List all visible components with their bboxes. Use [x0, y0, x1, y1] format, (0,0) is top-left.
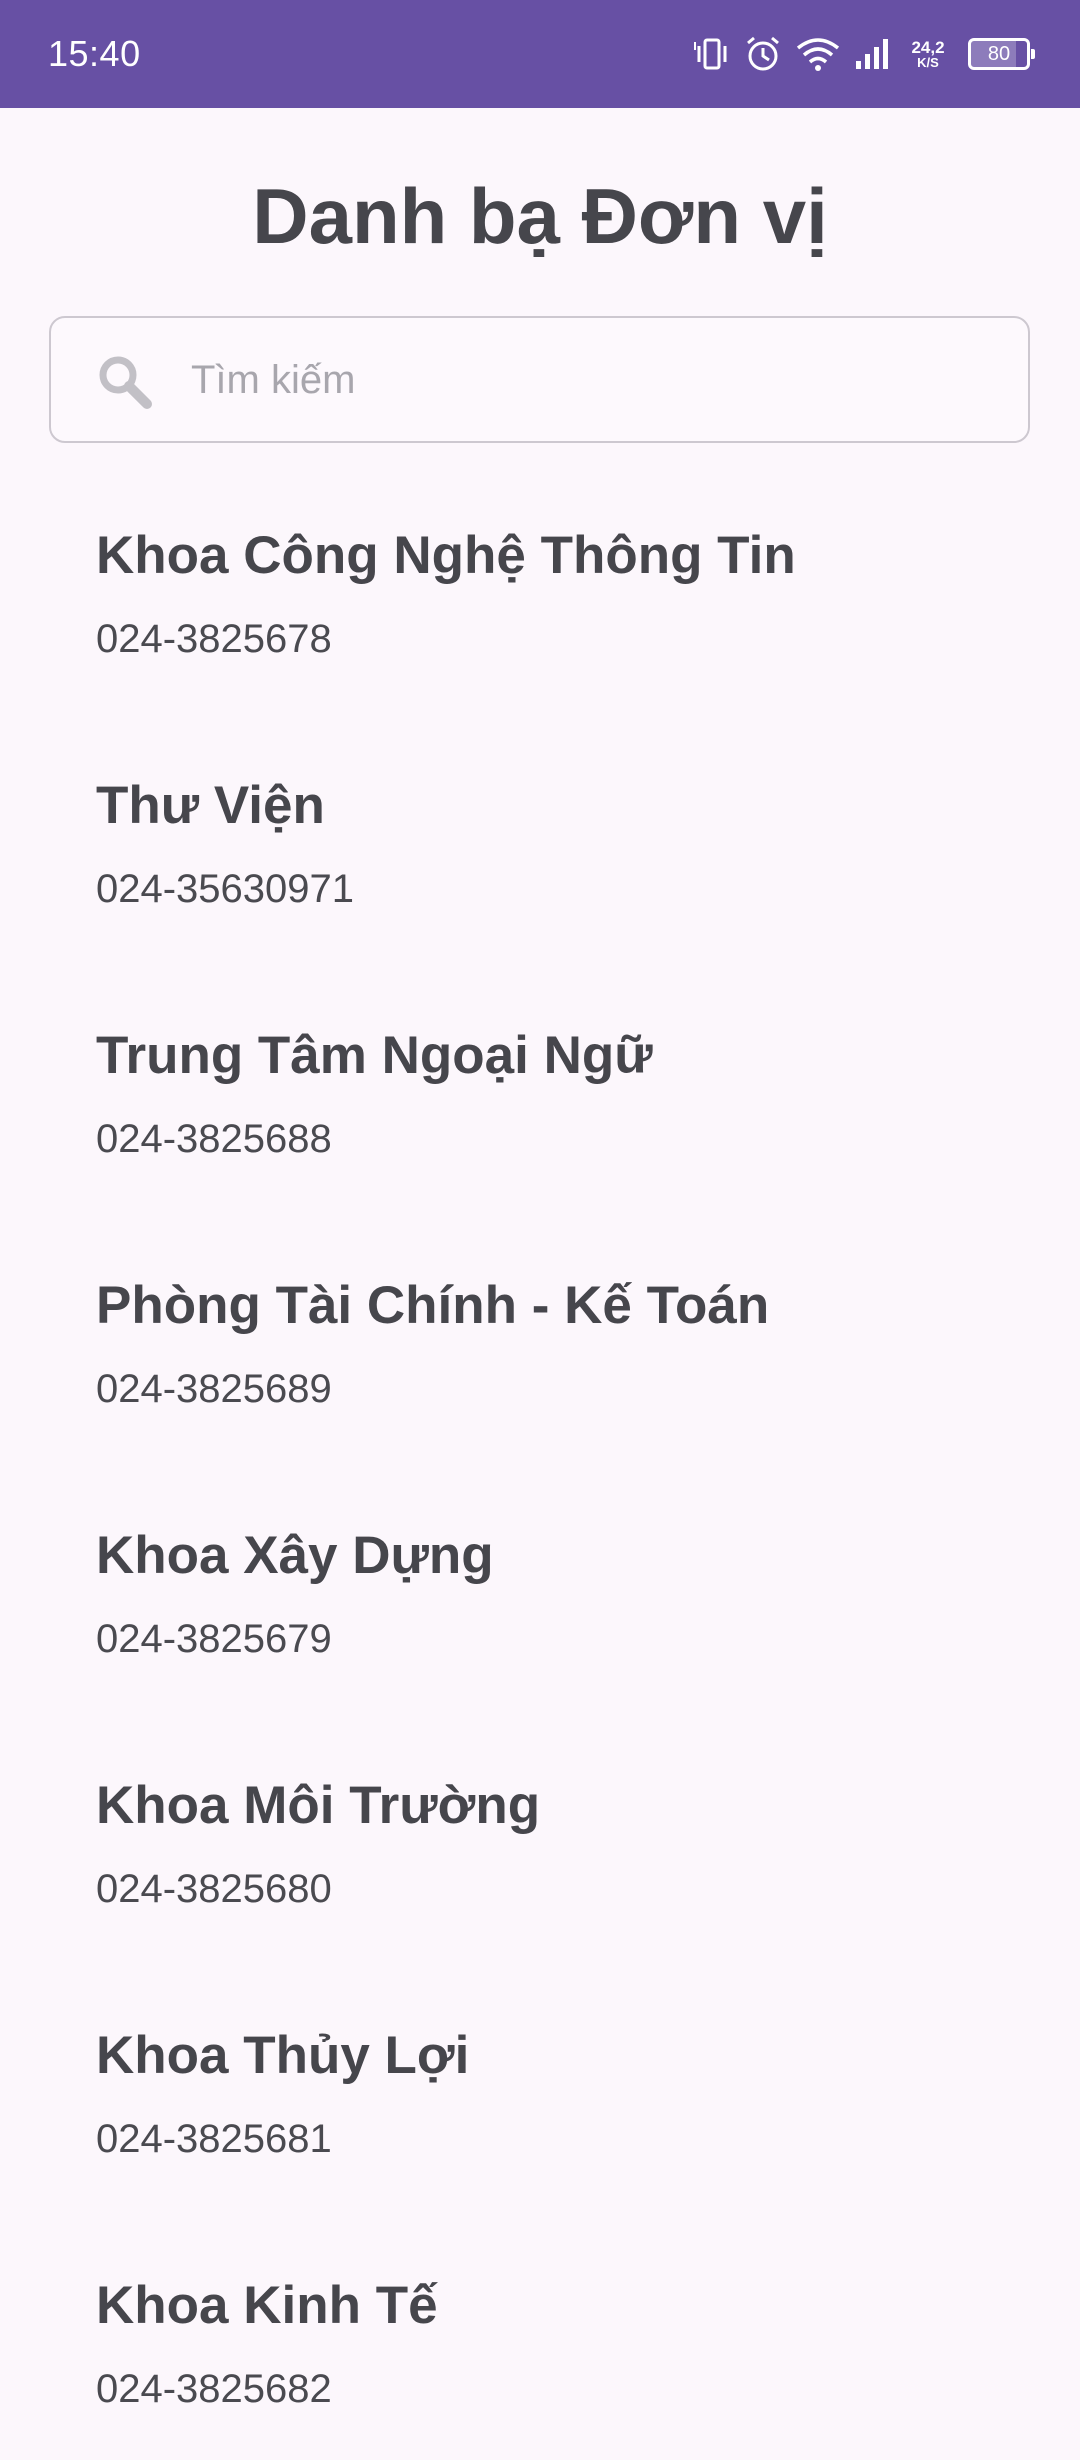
list-item[interactable]: Khoa Môi Trường 024-3825680 — [0, 1750, 1080, 2000]
contact-phone: 024-3825678 — [96, 617, 332, 661]
network-speed-value: 24,2 — [911, 37, 945, 57]
contact-name: Phòng Tài Chính - Kế Toán — [96, 1276, 770, 1335]
battery-level: 80 — [987, 43, 1011, 65]
vibrate-icon — [694, 36, 730, 72]
list-item[interactable]: Khoa Kinh Tế 024-3825682 — [0, 2250, 1080, 2460]
list-item[interactable]: Khoa Công Nghệ Thông Tin 024-3825678 — [0, 500, 1080, 750]
battery-icon: 80 — [968, 38, 1035, 70]
contact-phone: 024-3825682 — [96, 2367, 332, 2411]
search-icon — [95, 352, 155, 412]
contact-name: Trung Tâm Ngoại Ngữ — [96, 1026, 653, 1085]
status-bar: 15:40 24,2 K/S 80 — [0, 0, 1080, 108]
list-item[interactable]: Trung Tâm Ngoại Ngữ 024-3825688 — [0, 1000, 1080, 1250]
signal-icon — [854, 37, 892, 71]
contact-name: Khoa Công Nghệ Thông Tin — [96, 526, 796, 585]
contact-name: Thư Viện — [96, 776, 325, 835]
list-item[interactable]: Thư Viện 024-35630971 — [0, 750, 1080, 1000]
contact-phone: 024-3825679 — [96, 1617, 332, 1661]
contact-name: Khoa Thủy Lợi — [96, 2026, 470, 2085]
list-item[interactable]: Khoa Thủy Lợi 024-3825681 — [0, 2000, 1080, 2250]
contact-phone: 024-3825688 — [96, 1117, 332, 1161]
contact-phone: 024-3825680 — [96, 1867, 332, 1911]
contact-phone: 024-3825681 — [96, 2117, 332, 2161]
alarm-icon — [744, 35, 782, 73]
contact-phone: 024-3825689 — [96, 1367, 332, 1411]
page-title: Danh bạ Đơn vị — [252, 172, 828, 260]
contact-name: Khoa Môi Trường — [96, 1776, 541, 1835]
wifi-icon — [796, 36, 840, 72]
search-input[interactable] — [191, 338, 991, 422]
network-speed-unit: K/S — [917, 54, 939, 70]
list-item[interactable]: Phòng Tài Chính - Kế Toán 024-3825689 — [0, 1250, 1080, 1500]
contact-name: Khoa Kinh Tế — [96, 2276, 438, 2335]
contact-name: Khoa Xây Dựng — [96, 1526, 494, 1585]
status-time: 15:40 — [48, 33, 141, 74]
status-icons: 24,2 K/S 80 — [694, 26, 1035, 82]
search-box[interactable] — [49, 316, 1030, 443]
network-speed: 24,2 K/S — [906, 39, 950, 70]
list-item[interactable]: Khoa Xây Dựng 024-3825679 — [0, 1500, 1080, 1750]
contact-phone: 024-35630971 — [96, 867, 355, 911]
